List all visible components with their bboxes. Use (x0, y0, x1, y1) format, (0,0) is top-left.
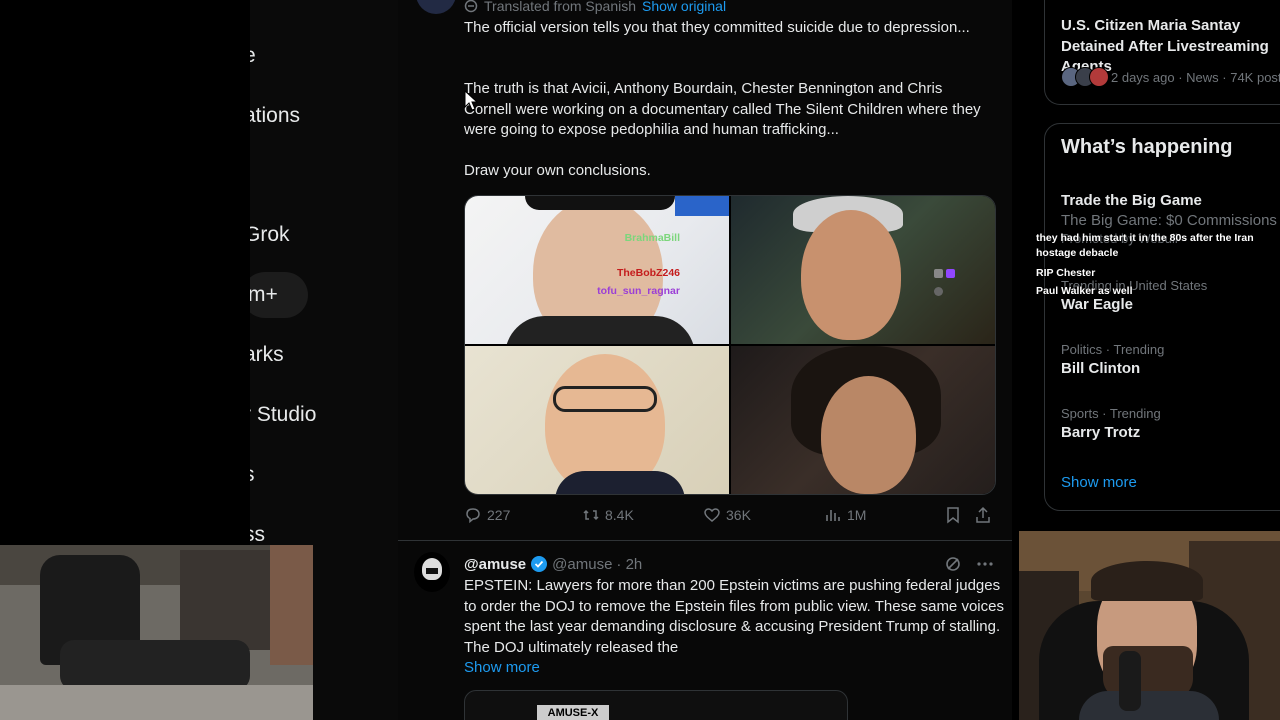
trend-category: Sports · Trending (1061, 406, 1161, 421)
whats-happening-card (1044, 123, 1280, 511)
chat-text: they had him start it in the 80s after t… (1036, 232, 1254, 259)
media-badge: AMUSE-X (537, 705, 609, 720)
like-button[interactable]: 36K (703, 506, 751, 524)
photo-shirt (505, 316, 695, 344)
trend-category: Politics · Trending (1061, 342, 1165, 357)
cam-microphone (1119, 651, 1141, 711)
reply-icon (466, 508, 480, 524)
tweet-header: @amuse @amuse · 2h (464, 555, 642, 573)
nav-item-business[interactable]: ss (250, 523, 265, 547)
left-blank-area (0, 0, 250, 545)
trend-item-bill-clinton[interactable]: Politics · Trending Bill Clinton (1061, 342, 1164, 377)
share-icon (976, 506, 990, 523)
author-name[interactable]: @amuse (464, 556, 526, 573)
badge-icon (934, 269, 943, 278)
avatar-visor (426, 568, 438, 574)
author-handle[interactable]: @amuse (552, 556, 612, 573)
chat-badges (934, 269, 955, 278)
badge-icon (946, 269, 955, 278)
mouse-cursor-icon (464, 90, 479, 111)
cam-shelf-2 (270, 545, 313, 665)
chat-username: TheBobZ246 (616, 267, 680, 279)
trend-subtitle: The Big Game: $0 Commissions (1061, 212, 1277, 229)
photo-cap (525, 196, 675, 210)
nav-item-creator-studio[interactable]: r Studio (250, 403, 316, 427)
news-meta-text: 2 days ago · News · 74K posts (1111, 69, 1280, 85)
chat-badges (934, 287, 943, 296)
nav-item-premium-label: m+ (250, 283, 278, 306)
cam-robot (60, 640, 250, 690)
chat-text: RIP Chester (1036, 267, 1096, 279)
views-count: 1M (847, 507, 867, 523)
avatar[interactable] (416, 0, 456, 14)
chat-username: BrahmaBill (624, 232, 680, 244)
tweet-media-grid[interactable] (464, 195, 996, 495)
show-original-link[interactable]: Show original (642, 0, 726, 14)
tweet-text-para-2: The truth is that Avicii, Anthony Bourda… (464, 80, 981, 138)
nav-item-grok[interactable]: Grok (250, 223, 290, 247)
cam-shelf (180, 550, 270, 650)
trend-name: Barry Trotz (1061, 424, 1141, 441)
tweet-time[interactable]: · 2h (616, 556, 642, 573)
cam-floor (0, 685, 313, 720)
verified-badge-icon (531, 556, 548, 572)
chat-username: tofu_sun_ragnar (597, 285, 680, 297)
webcam-streamer-feed (1019, 531, 1280, 720)
whats-happening-title: What’s happening (1061, 136, 1233, 158)
bookmark-button[interactable] (944, 506, 962, 524)
share-button[interactable] (974, 506, 992, 524)
more-options-icon[interactable] (976, 555, 994, 573)
translate-icon (464, 0, 478, 13)
badge-icon (934, 287, 943, 296)
bookmark-icon (947, 507, 959, 524)
nav-item-notifications[interactable]: ations (250, 104, 300, 128)
show-more-link[interactable]: Show more (464, 659, 540, 676)
tweet-actions: 227 8.4K 36K 1M (464, 506, 996, 528)
chat-text: Paul Walker as well (1036, 285, 1133, 297)
trend-item-barry-trotz[interactable]: Sports · Trending Barry Trotz (1061, 406, 1161, 441)
repost-button[interactable]: 8.4K (582, 506, 634, 524)
photo-glasses (553, 386, 657, 412)
tweet-divider (398, 540, 1012, 541)
show-more-trends-link[interactable]: Show more (1061, 474, 1137, 491)
views-icon (826, 510, 840, 521)
media-photo-4[interactable] (731, 346, 995, 494)
cam-hair (1091, 561, 1203, 601)
repost-count: 8.4K (605, 507, 634, 523)
grok-icon[interactable] (944, 555, 962, 573)
nav-item-lists[interactable]: s (250, 463, 255, 487)
tweet-text-para-3: Draw your own conclusions. (464, 162, 651, 179)
tweet-text: EPSTEIN: Lawyers for more than 200 Epste… (464, 577, 1004, 656)
photo-backdrop-logo (675, 196, 729, 216)
photo-shirt (555, 471, 685, 494)
tweet-text-para-1: The official version tells you that they… (464, 19, 970, 36)
like-count: 36K (726, 507, 751, 523)
heart-icon (704, 508, 720, 522)
timeline-feed[interactable]: Translated from Spanish Show original Th… (398, 0, 1012, 720)
news-avatars (1061, 67, 1109, 87)
reply-count: 227 (487, 507, 511, 523)
avatar[interactable] (414, 552, 450, 592)
nav-item-explore[interactable]: e (250, 44, 256, 68)
trend-name: Trade the Big Game (1061, 192, 1202, 209)
tweet-media-preview[interactable]: AMUSE-X (464, 690, 848, 720)
media-photo-2[interactable] (731, 196, 995, 344)
avatar (1089, 67, 1109, 87)
nav-item-bookmarks[interactable]: arks (250, 343, 284, 367)
media-photo-1[interactable] (465, 196, 729, 344)
cam-shirt (1079, 691, 1219, 720)
repost-icon (583, 509, 599, 521)
translated-label: Translated from Spanish (484, 0, 636, 14)
news-meta: 2 days ago · News · 74K posts (1061, 67, 1280, 87)
photo-face (821, 376, 916, 494)
tweet-header-actions (944, 555, 994, 573)
translation-notice: Translated from Spanish Show original (464, 0, 726, 14)
webcam-room-feed (0, 545, 313, 720)
photo-face (801, 210, 901, 340)
views-button[interactable]: 1M (824, 506, 866, 524)
nav-item-premium[interactable]: m+ (250, 272, 308, 318)
media-photo-3[interactable] (465, 346, 729, 494)
trend-name: Bill Clinton (1061, 360, 1141, 377)
reply-button[interactable]: 227 (464, 506, 510, 524)
